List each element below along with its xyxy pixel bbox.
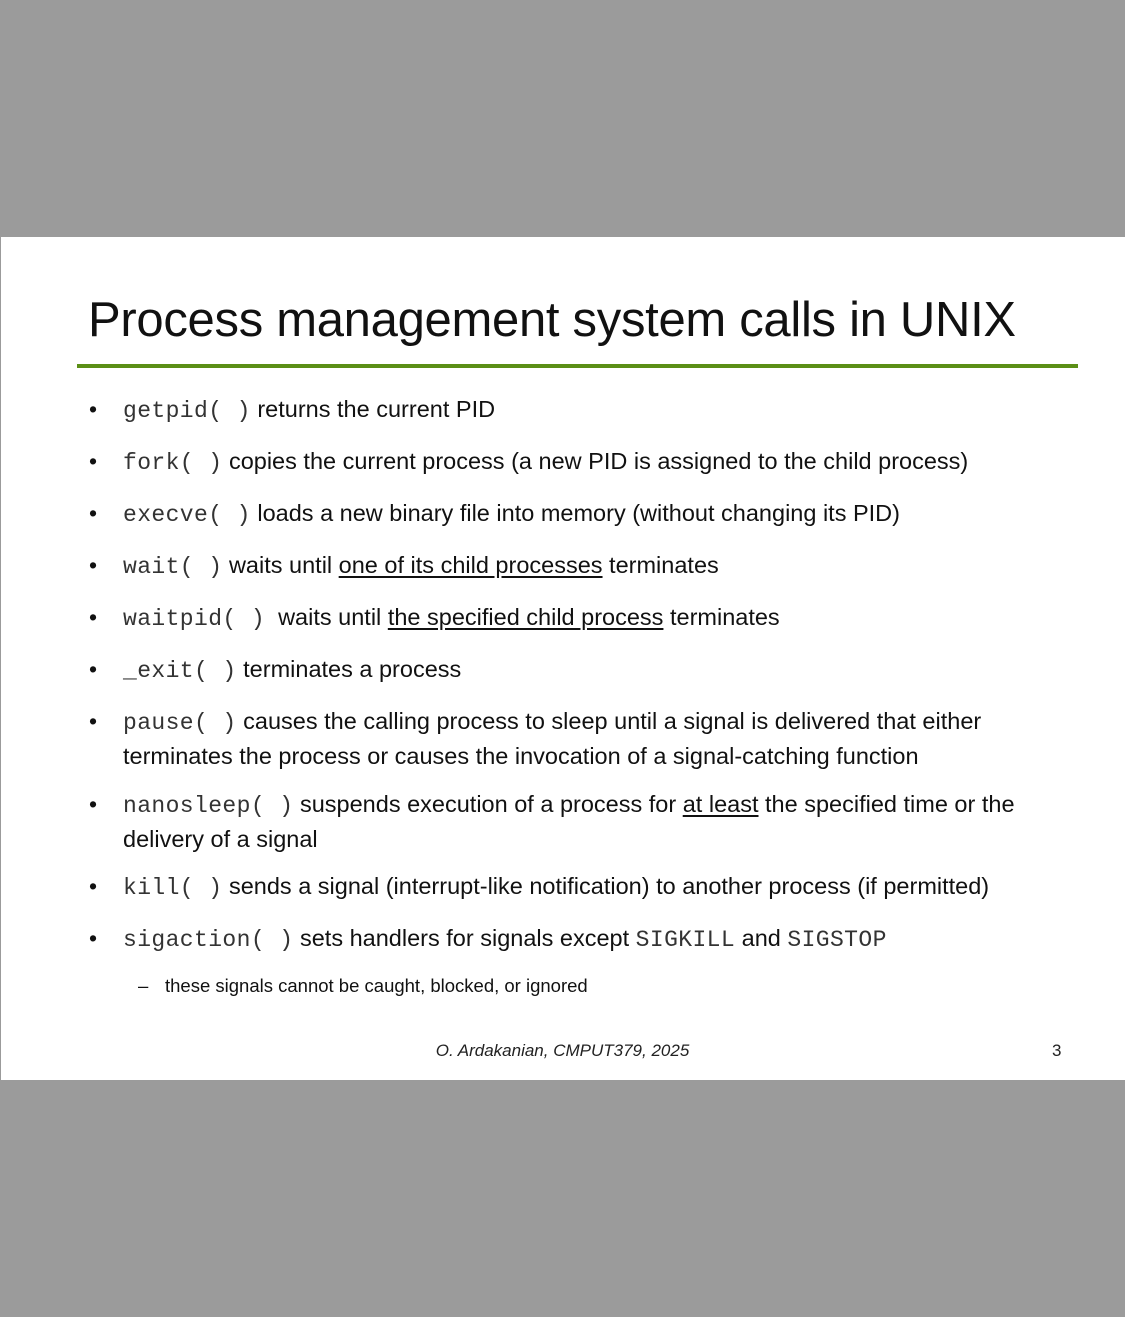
- bullet-dot: •: [89, 873, 98, 899]
- bullet-list: • getpid( ) returns the current PID • fo…: [0, 0, 1125, 1317]
- bullet-text: sends a signal (interrupt-like notificat…: [222, 873, 990, 899]
- page-number: 3: [1052, 1041, 1062, 1060]
- code-fork: fork( ): [123, 450, 223, 476]
- bullet-text: loads a new binary file into memory (wit…: [250, 500, 900, 526]
- bullet-dot: •: [89, 448, 98, 474]
- code-nanosleep: nanosleep( ): [123, 793, 294, 819]
- slide-footer: O. Ardakanian, CMPUT379, 2025: [435, 1041, 690, 1060]
- code-wait: wait( ): [123, 554, 223, 580]
- bullet-dot: •: [89, 925, 98, 951]
- bullet-execve: • execve( ) loads a new binary file into…: [89, 497, 1073, 532]
- bullet-nanosleep: • nanosleep( ) suspends execution of a p…: [89, 788, 1073, 856]
- underlined-text: the specified child process: [387, 604, 664, 630]
- bullet-getpid: • getpid( ) returns the current PID: [89, 393, 1073, 428]
- sub-bullet-dash: –: [138, 975, 149, 996]
- code-sigkill: SIGKILL: [635, 927, 736, 953]
- code-execve: execve( ): [123, 502, 251, 528]
- underlined-text: at least: [682, 791, 759, 817]
- code-kill: kill( ): [123, 875, 223, 901]
- bullet-dot: •: [89, 396, 98, 422]
- code-waitpid: waitpid( ): [123, 606, 266, 632]
- bullet-dot: •: [89, 552, 98, 578]
- sub-bullet-text: these signals cannot be caught, blocked,…: [165, 975, 588, 996]
- bullet-text: suspends execution of a process for: [293, 791, 683, 817]
- sub-bullet: – these signals cannot be caught, blocke…: [138, 974, 588, 998]
- bullet-exit: • _exit( ) terminates a process: [89, 653, 1073, 688]
- bullet-dot: •: [89, 604, 98, 630]
- bullet-text: causes the calling process to sleep unti…: [123, 708, 982, 769]
- bullet-text: waits until: [222, 552, 339, 578]
- bullet-text: and: [735, 925, 788, 951]
- code-getpid: getpid( ): [123, 398, 251, 424]
- bullet-text: terminates: [602, 552, 719, 578]
- bullet-waitpid: • waitpid( ) waits until the specified c…: [89, 601, 1073, 636]
- code-exit: _exit( ): [123, 658, 237, 684]
- underlined-text: one of its child processes: [338, 552, 603, 578]
- code-pause: pause( ): [123, 710, 237, 736]
- bullet-text: sets handlers for signals except: [293, 925, 636, 951]
- bullet-text: waits until: [265, 604, 388, 630]
- bullet-pause: • pause( ) causes the calling process to…: [89, 705, 1073, 773]
- bullet-dot: •: [89, 656, 98, 682]
- bullet-wait: • wait( ) waits until one of its child p…: [89, 549, 1073, 584]
- bullet-sigaction: • sigaction( ) sets handlers for signals…: [89, 922, 1073, 957]
- bullet-fork: • fork( ) copies the current process (a …: [89, 445, 1073, 480]
- code-sigstop: SIGSTOP: [787, 927, 887, 953]
- bullet-text: copies the current process (a new PID is…: [222, 448, 969, 474]
- bullet-text: returns the current PID: [250, 396, 496, 422]
- bullet-dot: •: [89, 708, 98, 734]
- bullet-dot: •: [89, 791, 98, 817]
- bullet-text: terminates: [663, 604, 780, 630]
- code-sigaction: sigaction( ): [123, 927, 294, 953]
- bullet-text: terminates a process: [236, 656, 462, 682]
- bullet-dot: •: [89, 500, 98, 526]
- bullet-kill: • kill( ) sends a signal (interrupt-like…: [89, 870, 1073, 905]
